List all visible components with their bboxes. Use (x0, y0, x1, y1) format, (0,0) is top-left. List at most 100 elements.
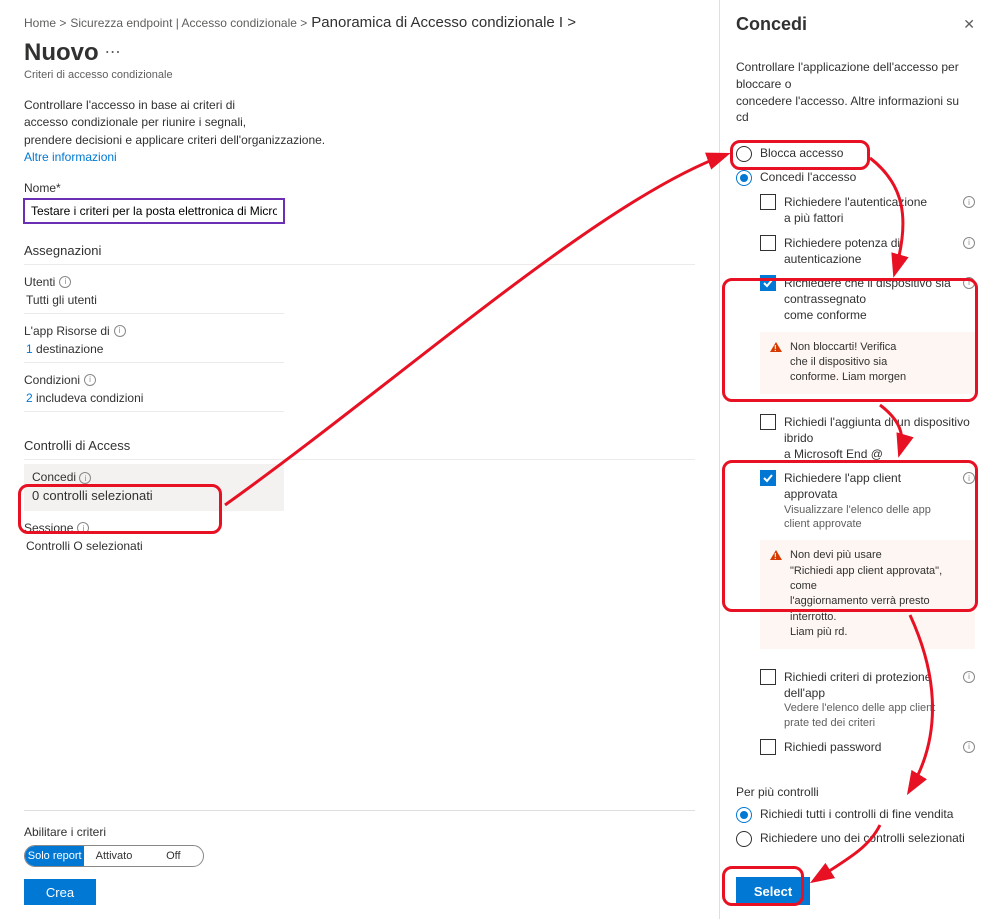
grant-block[interactable]: Concedi i 0 controlli selezionati (24, 464, 284, 512)
radio-block-access[interactable]: Blocca accesso (736, 146, 975, 162)
apps-value-text: destinazione (36, 342, 103, 356)
check-label: a Microsoft End @ (784, 446, 975, 462)
close-icon[interactable]: ✕ (963, 16, 975, 33)
users-label-text: Utenti (24, 275, 55, 289)
info-icon[interactable]: i (77, 522, 89, 534)
info-icon[interactable]: i (84, 374, 96, 386)
toggle-on[interactable]: Attivato (84, 846, 143, 866)
assignments-header: Assegnazioni (24, 243, 695, 265)
radio-label: Richiedi tutti i controlli di fine vendi… (760, 807, 953, 821)
check-label: autenticazione (784, 251, 955, 267)
main-column: Home > Sicurezza endpoint | Accesso cond… (0, 0, 719, 919)
warning-approved-client: Non devi più usare "Richiedi app client … (760, 540, 975, 648)
radio-icon (736, 170, 752, 186)
apps-label[interactable]: L'app Risorse di i (24, 324, 695, 338)
panel-title: Concedi (736, 14, 807, 35)
check-require-mfa[interactable]: Richiedere l'autenticazione a più fattor… (760, 194, 975, 226)
warning-compliant: Non bloccarti! Verifica che il dispositi… (760, 332, 975, 394)
radio-label: Richiedere uno dei controlli selezionati (760, 831, 965, 845)
check-label: Richiedi password (784, 739, 955, 755)
session-value[interactable]: Controlli O selezionati (24, 539, 284, 559)
check-auth-strength[interactable]: Richiedere potenza di autenticazione i (760, 235, 975, 267)
info-icon[interactable]: i (963, 277, 975, 289)
info-icon[interactable]: i (963, 671, 975, 683)
toggle-report-only[interactable]: Solo report (25, 846, 84, 866)
multi-controls-header: Per più controlli (736, 785, 975, 799)
conditions-label[interactable]: Condizioni i (24, 373, 695, 387)
check-sublink[interactable]: Visualizzare l'elenco delle app client a… (784, 503, 955, 533)
info-icon[interactable]: i (963, 237, 975, 249)
warning-icon (770, 342, 782, 352)
users-value[interactable]: Tutti gli utenti (24, 293, 284, 314)
session-label[interactable]: Sessione i (24, 521, 695, 535)
conditions-value[interactable]: 2 includeva condizioni (24, 391, 284, 412)
check-label: Richiedi l'aggiunta di un dispositivo ib… (784, 414, 975, 446)
warning-text: l'aggiornamento verrà presto interrotto. (790, 594, 965, 625)
info-icon[interactable]: i (963, 196, 975, 208)
select-button[interactable]: Select (736, 877, 810, 905)
intro-line: accesso condizionale per riunire i segna… (24, 114, 384, 131)
check-label: Richiedere potenza di (784, 235, 955, 251)
check-label: Richiedi criteri di protezione dell'app (784, 669, 955, 701)
radio-icon (736, 146, 752, 162)
radio-label: Blocca accesso (760, 146, 843, 160)
panel-intro-line: concedere l'accesso. Altre informazioni … (736, 93, 975, 127)
check-label: a più fattori (784, 210, 955, 226)
checkbox-icon (760, 470, 776, 486)
radio-label: Concedi l'accesso (760, 170, 856, 184)
breadcrumb-current: Panoramica di Accesso condizionale I > (311, 14, 576, 31)
radio-require-all[interactable]: Richiedi tutti i controlli di fine vendi… (736, 807, 975, 823)
access-controls-header: Controlli di Access (24, 438, 695, 460)
conditions-value-text: includeva condizioni (36, 391, 143, 405)
grant-label: Concedi (32, 470, 76, 484)
radio-icon (736, 807, 752, 823)
check-label: Richiedere che il dispositivo sia contra… (784, 275, 955, 307)
check-label: Richiedere l'app client approvata (784, 470, 955, 502)
checkbox-icon (760, 194, 776, 210)
check-sublink[interactable]: Vedere l'elenco delle app client prate t… (784, 701, 955, 731)
breadcrumb-security[interactable]: Sicurezza endpoint | Accesso condizional… (70, 16, 307, 30)
checkbox-icon (760, 275, 776, 291)
warning-text: Liam più rd. (790, 625, 965, 640)
apps-label-text: L'app Risorse di (24, 324, 110, 338)
check-app-protection[interactable]: Richiedi criteri di protezione dell'app … (760, 669, 975, 731)
info-icon[interactable]: i (79, 472, 91, 484)
panel-intro-line: Controllare l'applicazione dell'accesso … (736, 59, 975, 93)
page-subtitle: Criteri di accesso condizionale (24, 69, 695, 81)
enable-policy-toggle[interactable]: Solo report Attivato Off (24, 845, 204, 867)
info-icon[interactable]: i (963, 472, 975, 484)
conditions-label-text: Condizioni (24, 373, 80, 387)
policy-name-input[interactable] (24, 199, 284, 223)
checkbox-icon (760, 235, 776, 251)
info-icon[interactable]: i (963, 741, 975, 753)
check-approved-client[interactable]: Richiedere l'app client approvata Visual… (760, 470, 975, 532)
learn-more-link[interactable]: Altre informazioni (24, 149, 384, 166)
info-icon[interactable]: i (114, 325, 126, 337)
grant-count: 0 (32, 488, 39, 503)
enable-policy-label: Abilitare i criteri (24, 825, 695, 839)
intro-line: Controllare l'accesso in base ai criteri… (24, 97, 384, 114)
apps-value[interactable]: 1 destinazione (24, 342, 284, 363)
check-label: Richiedere l'autenticazione (784, 194, 955, 210)
users-label[interactable]: Utenti i (24, 275, 695, 289)
breadcrumb-home[interactable]: Home > (24, 16, 66, 30)
check-password[interactable]: Richiedi password i (760, 739, 975, 755)
grant-panel: Concedi ✕ Controllare l'applicazione del… (719, 0, 989, 919)
radio-grant-access[interactable]: Concedi l'accesso (736, 170, 975, 186)
warning-text: "Richiedi app client approvata", come (790, 564, 965, 595)
create-button[interactable]: Crea (24, 879, 96, 905)
toggle-off[interactable]: Off (144, 846, 203, 866)
radio-icon (736, 831, 752, 847)
intro-line: prendere decisioni e applicare criteri d… (24, 132, 384, 149)
panel-intro: Controllare l'applicazione dell'accesso … (736, 59, 975, 126)
session-label-text: Sessione (24, 521, 73, 535)
intro-text: Controllare l'accesso in base ai criteri… (24, 97, 384, 167)
radio-require-one[interactable]: Richiedere uno dei controlli selezionati (736, 831, 975, 847)
check-hybrid-join[interactable]: Richiedi l'aggiunta di un dispositivo ib… (760, 414, 975, 463)
warning-text: che il dispositivo sia (790, 355, 906, 370)
checkbox-icon (760, 669, 776, 685)
check-label: come conforme (784, 307, 955, 323)
info-icon[interactable]: i (59, 276, 71, 288)
check-device-compliant[interactable]: Richiedere che il dispositivo sia contra… (760, 275, 975, 324)
main-footer: Abilitare i criteri Solo report Attivato… (24, 810, 695, 905)
